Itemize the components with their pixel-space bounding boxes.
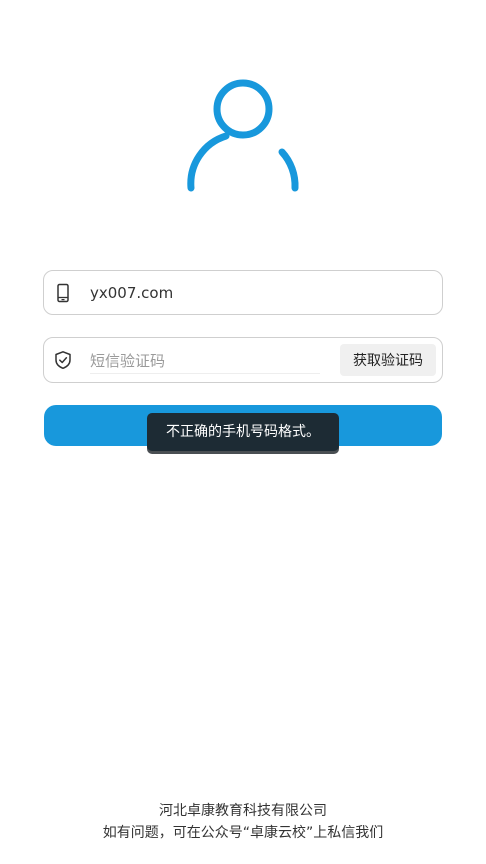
- sms-code-field: 获取验证码: [43, 337, 443, 383]
- footer-company: 河北卓康教育科技有限公司: [159, 803, 327, 819]
- mobile-phone-icon: [57, 283, 69, 303]
- user-avatar-icon: [187, 79, 299, 192]
- shield-check-icon: [55, 351, 71, 370]
- sms-code-input[interactable]: [90, 348, 320, 374]
- footer-contact: 如有问题，可在公众号“卓康云校”上私信我们: [102, 825, 384, 841]
- get-code-button[interactable]: 获取验证码: [340, 344, 436, 376]
- phone-input[interactable]: [90, 280, 420, 306]
- login-screen: 获取验证码 登录 不正确的手机号码格式。 河北卓康教育科技有限公司 如有问题，可…: [0, 0, 486, 864]
- phone-field: [43, 270, 443, 315]
- error-toast: 不正确的手机号码格式。: [147, 413, 339, 451]
